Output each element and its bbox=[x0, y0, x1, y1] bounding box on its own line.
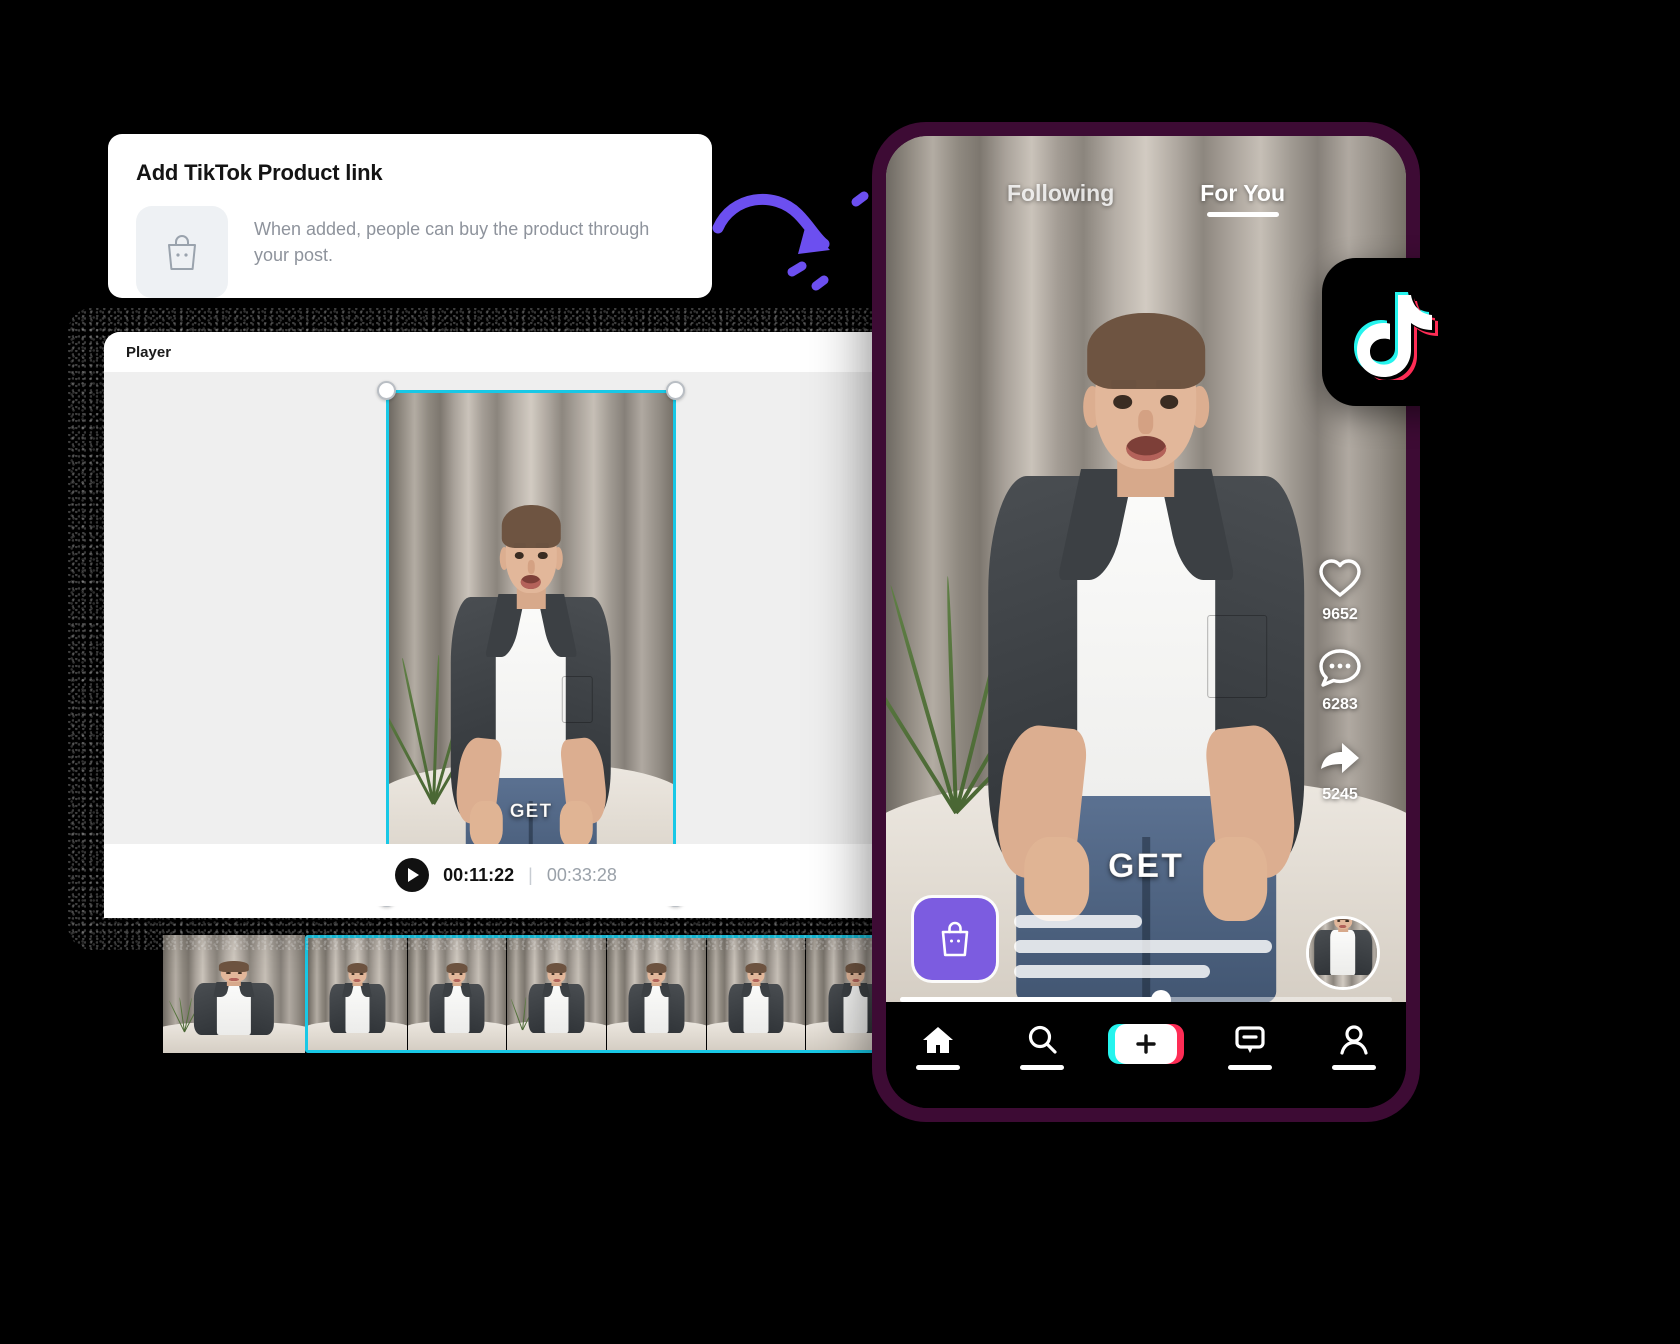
phone-get-overlay-text: GET bbox=[1107, 847, 1185, 886]
caption-placeholder bbox=[1014, 915, 1272, 978]
caption-line bbox=[1014, 940, 1272, 953]
timeline-selected-range[interactable] bbox=[305, 935, 908, 1053]
resize-handle-top-right[interactable] bbox=[666, 381, 685, 400]
nav-profile[interactable] bbox=[1302, 1024, 1406, 1070]
timeline-frame[interactable] bbox=[507, 938, 608, 1050]
nav-create[interactable] bbox=[1094, 1024, 1198, 1064]
tiktok-logo-icon bbox=[1354, 292, 1438, 380]
total-time: 00:33:28 bbox=[546, 864, 617, 885]
profile-icon bbox=[1340, 1025, 1368, 1055]
comment-count: 6283 bbox=[1322, 696, 1358, 713]
player-video-frame: GET bbox=[389, 393, 673, 895]
shopping-bag-icon bbox=[168, 235, 196, 270]
share-icon bbox=[1321, 743, 1359, 773]
player-get-overlay-text: GET bbox=[509, 801, 553, 823]
like-action[interactable]: 9652 bbox=[1317, 556, 1363, 624]
time-separator: | bbox=[528, 864, 533, 885]
curved-arrow-icon bbox=[712, 191, 869, 291]
nav-home[interactable] bbox=[886, 1024, 990, 1070]
player-window[interactable]: Player GET 00:11:22 | 00:33:28 bbox=[68, 308, 918, 950]
player-transport-controls[interactable]: 00:11:22 | 00:33:28 bbox=[104, 844, 908, 906]
nav-underline bbox=[1332, 1065, 1376, 1070]
nav-search[interactable] bbox=[990, 1024, 1094, 1070]
heart-icon bbox=[1319, 559, 1361, 597]
share-count: 5245 bbox=[1322, 786, 1358, 803]
resize-handle-top-left[interactable] bbox=[377, 381, 396, 400]
timeline-filmstrip[interactable] bbox=[163, 935, 908, 1053]
tab-following[interactable]: Following bbox=[1007, 180, 1114, 217]
nav-underline bbox=[916, 1065, 960, 1070]
comment-action[interactable]: 6283 bbox=[1317, 646, 1363, 714]
plus-icon bbox=[1136, 1034, 1156, 1054]
caption-line bbox=[1014, 965, 1210, 978]
curved-arrow-annotation bbox=[706, 180, 876, 310]
screenshot-stage: Add TikTok Product link When added, peop… bbox=[0, 0, 1680, 1344]
timeline-frame[interactable] bbox=[706, 938, 807, 1050]
home-icon bbox=[923, 1027, 953, 1053]
like-count: 9652 bbox=[1322, 606, 1358, 623]
person-subject bbox=[429, 503, 633, 895]
video-selection-box[interactable]: GET bbox=[377, 381, 685, 907]
play-icon bbox=[408, 868, 420, 882]
feed-tabs[interactable]: Following For You bbox=[886, 180, 1406, 217]
action-rail[interactable]: 9652 6283 5245 bbox=[1296, 556, 1384, 804]
player-titlebar: Player bbox=[104, 332, 908, 372]
current-time: 00:11:22 bbox=[443, 864, 515, 885]
product-link-card[interactable]: Add TikTok Product link When added, peop… bbox=[108, 134, 712, 298]
tiktok-logo-badge bbox=[1322, 258, 1470, 406]
caption-line bbox=[1014, 915, 1142, 928]
product-card-description: When added, people can buy the product t… bbox=[254, 219, 650, 266]
timeline-lead-frame[interactable] bbox=[163, 935, 305, 1053]
inbox-icon bbox=[1235, 1026, 1265, 1053]
nav-inbox[interactable] bbox=[1198, 1024, 1302, 1070]
shopping-bag-icon bbox=[941, 921, 969, 957]
create-plus-icon[interactable] bbox=[1108, 1024, 1184, 1064]
nav-underline bbox=[1020, 1065, 1064, 1070]
nav-underline bbox=[1228, 1065, 1272, 1070]
play-button[interactable] bbox=[395, 858, 430, 892]
timeline-frame[interactable] bbox=[607, 938, 707, 1050]
search-icon bbox=[1028, 1025, 1057, 1054]
player-canvas[interactable]: GET 00:11:22 | 00:33:28 bbox=[104, 372, 908, 907]
share-action[interactable]: 5245 bbox=[1317, 736, 1363, 804]
comment-icon bbox=[1319, 649, 1361, 687]
timeline-frame[interactable] bbox=[407, 938, 508, 1050]
product-card-title: Add TikTok Product link bbox=[136, 160, 383, 185]
tab-for-you[interactable]: For You bbox=[1200, 180, 1285, 217]
product-thumbnail[interactable] bbox=[136, 206, 228, 298]
player-title: Player bbox=[126, 343, 172, 361]
creator-avatar[interactable] bbox=[1306, 916, 1380, 990]
shop-product-button[interactable] bbox=[914, 898, 996, 980]
timeline-frame[interactable] bbox=[308, 938, 408, 1050]
bottom-navigation[interactable] bbox=[886, 1002, 1406, 1108]
